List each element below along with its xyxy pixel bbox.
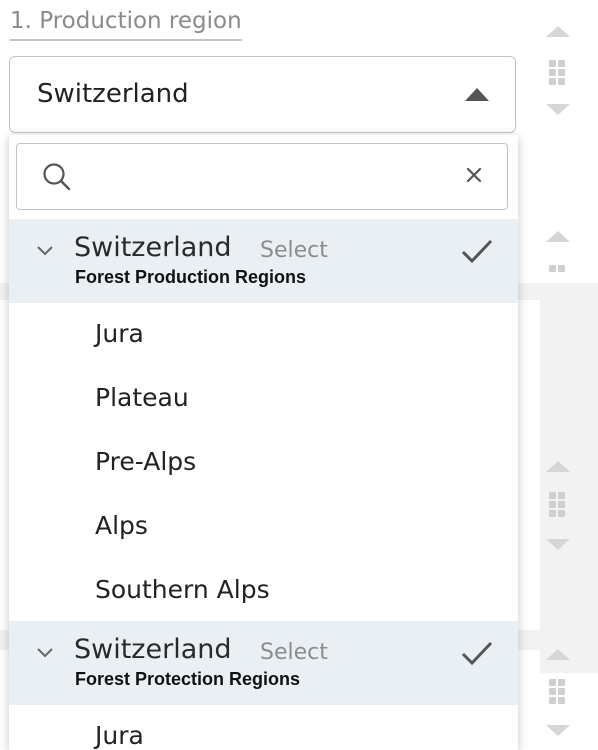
move-down-icon[interactable] [546,539,570,550]
dropdown-panel: Switzerland Select Forest Production Reg… [9,135,518,750]
group-header-production[interactable]: Switzerland Select Forest Production Reg… [9,219,518,303]
drag-handle-icon[interactable] [549,679,567,706]
search-field[interactable] [16,143,508,210]
caret-up-icon [465,88,489,101]
group-subtitle: Forest Production Regions [75,267,307,287]
reorder-controls [538,225,578,285]
list-item[interactable]: Pre-Alps [95,447,196,476]
reorder-controls [538,455,578,555]
list-item[interactable]: Alps [95,511,148,540]
chevron-down-icon[interactable] [35,643,55,667]
move-up-icon[interactable] [546,649,570,660]
drag-handle-icon[interactable] [549,265,567,274]
list-item[interactable]: Jura [95,319,144,348]
move-up-icon[interactable] [546,26,570,37]
reorder-controls [538,20,578,120]
group-header-protection[interactable]: Switzerland Select Forest Protection Reg… [9,621,518,705]
search-input[interactable] [81,156,465,198]
move-up-icon[interactable] [546,231,570,242]
close-icon[interactable] [463,164,485,190]
move-down-icon[interactable] [546,725,570,736]
group-select-link[interactable]: Select [260,238,328,263]
drag-handle-icon[interactable] [549,60,567,87]
group-select-link[interactable]: Select [260,640,328,665]
field-label: 1. Production region [10,8,242,41]
region-select[interactable]: Switzerland [9,56,516,133]
search-icon [42,162,72,196]
chevron-down-icon[interactable] [35,241,55,265]
drag-handle-icon[interactable] [549,492,567,519]
selected-value: Switzerland [37,79,189,109]
check-icon [460,237,494,271]
group-title: Switzerland [74,232,232,263]
group-subtitle: Forest Protection Regions [75,669,301,689]
move-down-icon[interactable] [546,104,570,115]
list-item[interactable]: Southern Alps [95,575,270,604]
list-item[interactable]: Jura [95,721,144,750]
move-up-icon[interactable] [546,461,570,472]
group-title: Switzerland [74,634,232,665]
list-item[interactable]: Plateau [95,383,189,412]
check-icon [460,639,494,673]
reorder-controls [538,645,578,750]
